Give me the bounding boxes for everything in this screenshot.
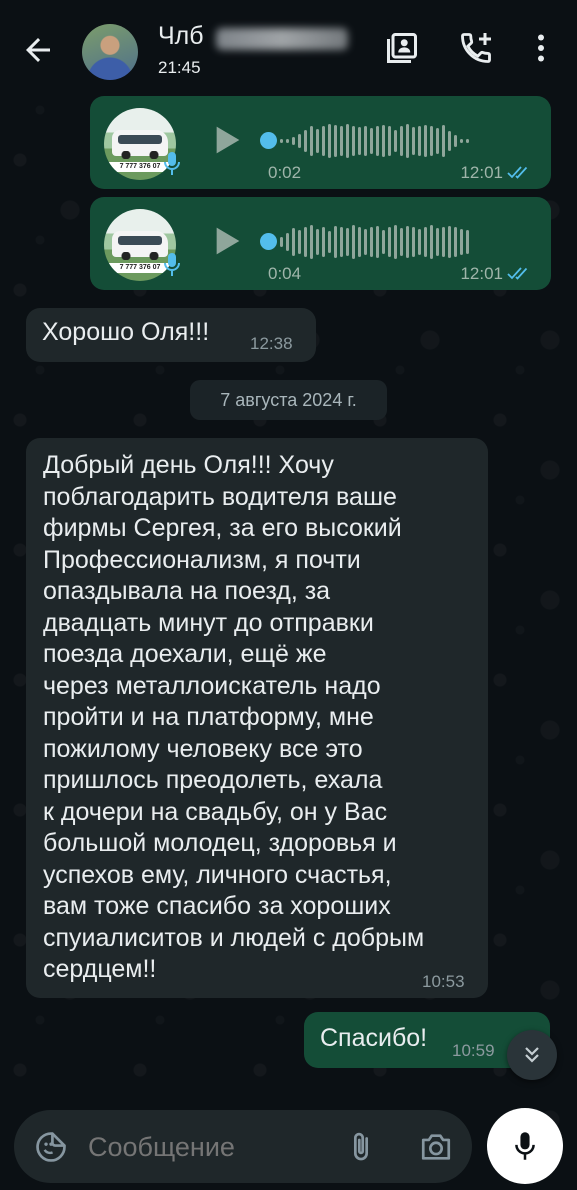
read-ticks-icon [507,267,528,280]
double-chevron-down-icon [525,1047,539,1063]
message-time: 12:01 [460,163,503,182]
playback-position-dot[interactable] [260,233,277,250]
message-time: 10:59 [452,1041,495,1060]
back-arrow-icon[interactable] [20,32,56,68]
add-call-icon[interactable] [458,30,494,66]
incoming-message[interactable]: Хорошо Оля!!! 12:38 [26,308,316,362]
voice-message[interactable]: 7 777 376 07 0:04 12:01 [90,197,551,290]
play-icon[interactable] [210,225,242,257]
play-icon[interactable] [210,124,242,156]
message-text: Спасибо! [320,1024,428,1052]
message-time: 12:38 [250,334,293,353]
van-image [112,130,168,159]
message-input[interactable] [88,1130,328,1164]
voice-waveform[interactable] [280,221,469,263]
camera-icon[interactable] [418,1130,454,1164]
last-seen-status: 21:45 [158,58,201,77]
voice-record-button[interactable] [487,1108,563,1184]
chat-header: Члб 21:45 [0,0,577,92]
incoming-message[interactable]: Добрый день Оля!!! Хочу поблагодарить во… [26,438,488,998]
more-options-icon[interactable] [523,30,559,66]
voice-duration: 0:02 [268,163,302,182]
read-ticks-icon [507,166,528,179]
voice-duration: 0:04 [268,264,302,283]
message-time: 10:53 [422,972,465,991]
voice-message[interactable]: 7 777 376 07 0:02 12:01 [90,96,551,189]
contact-name-redacted [216,28,348,50]
paperclip-icon[interactable] [344,1130,378,1164]
scroll-to-bottom-button[interactable] [507,1030,557,1080]
microphone-icon [515,1132,535,1160]
message-text: Добрый день Оля!!! Хочу поблагодарить во… [43,451,425,983]
message-composer [14,1110,472,1183]
message-time: 12:01 [460,264,503,283]
contact-name[interactable]: Члб [158,22,204,51]
microphone-icon [164,152,180,175]
date-separator: 7 августа 2024 г. [190,380,387,420]
van-image [112,231,168,260]
contact-avatar[interactable] [82,24,138,80]
sticker-emoji-icon[interactable] [34,1130,68,1164]
voice-waveform[interactable] [280,120,469,162]
playback-position-dot[interactable] [260,132,277,149]
contact-card-icon[interactable] [384,30,420,66]
message-text: Хорошо Оля!!! [42,318,210,346]
microphone-icon [164,253,180,276]
